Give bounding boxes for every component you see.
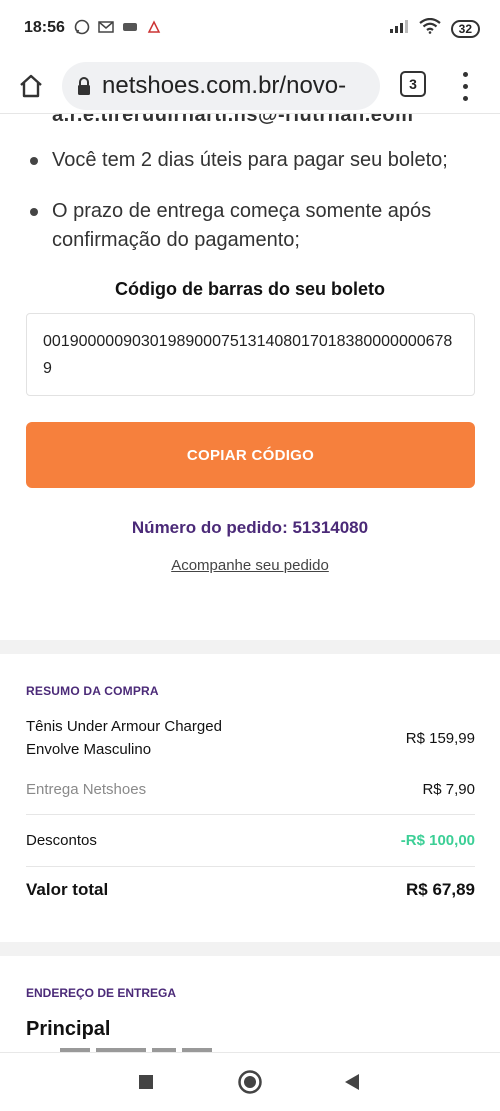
page-content: a.r.e.tireruuirnarti.ns@-riutrnan.eom Vo… bbox=[0, 114, 500, 1052]
menu-dot bbox=[462, 95, 468, 101]
lock-icon bbox=[76, 76, 92, 96]
total-label: Valor total bbox=[26, 880, 109, 899]
whatsapp-icon bbox=[73, 18, 91, 36]
section-separator bbox=[0, 942, 500, 956]
bullet-dot bbox=[30, 157, 38, 165]
tab-switcher-button[interactable]: 3 bbox=[400, 71, 426, 97]
notification-icons bbox=[73, 18, 163, 36]
app-icon bbox=[121, 18, 139, 36]
back-triangle-icon bbox=[345, 1074, 359, 1090]
barcode-value[interactable]: 0019000009030198900075131408017018380000… bbox=[26, 313, 475, 396]
product-row: Tênis Under Armour Charged Envolve Mascu… bbox=[26, 715, 475, 761]
recents-button[interactable] bbox=[133, 1069, 159, 1095]
product-name: Tênis Under Armour Charged Envolve Mascu… bbox=[26, 718, 222, 758]
system-nav-bar bbox=[0, 1052, 500, 1111]
shipping-row: Entrega Netshoes R$ 7,90 bbox=[26, 778, 475, 801]
address-title: ENDEREÇO DE ENTREGA bbox=[26, 986, 177, 1000]
info-bullets: Você tem 2 dias úteis para pagar seu bol… bbox=[30, 146, 480, 277]
square-icon bbox=[139, 1075, 153, 1089]
address-bar[interactable]: netshoes.com.br/novo- bbox=[62, 62, 380, 110]
summary-title: RESUMO DA COMPRA bbox=[26, 684, 159, 698]
notification-icon bbox=[145, 18, 163, 36]
discount-label: Descontos bbox=[26, 832, 97, 849]
url-text: netshoes.com.br/novo- bbox=[102, 72, 347, 99]
bullet-text: O prazo de entrega começa somente após c… bbox=[52, 200, 432, 251]
product-price: R$ 159,99 bbox=[405, 729, 475, 747]
order-number: Número do pedido: 51314080 bbox=[131, 518, 369, 537]
wifi-icon bbox=[418, 17, 441, 39]
track-order-link[interactable]: Acompanhe seu pedido bbox=[0, 557, 500, 574]
section-separator bbox=[0, 640, 500, 654]
browser-toolbar: netshoes.com.br/novo- 3 bbox=[0, 58, 500, 114]
back-button[interactable] bbox=[339, 1069, 365, 1095]
home-icon bbox=[20, 74, 42, 98]
mail-icon bbox=[97, 18, 115, 36]
copy-code-button[interactable]: COPIAR CÓDIGO bbox=[26, 422, 475, 488]
cut-email-text: a.r.e.tireruuirnarti.ns@-riutrnan.eom bbox=[52, 114, 414, 126]
bullet-dot bbox=[30, 208, 38, 216]
status-time: 18:56 bbox=[24, 19, 65, 36]
menu-dot bbox=[462, 71, 468, 77]
circle-icon bbox=[238, 1070, 262, 1094]
menu-button[interactable] bbox=[455, 68, 475, 104]
home-nav-button[interactable] bbox=[237, 1069, 263, 1095]
home-button[interactable] bbox=[14, 69, 48, 103]
shipping-label: Entrega Netshoes bbox=[26, 781, 147, 798]
list-item: Você tem 2 dias úteis para pagar seu bol… bbox=[30, 146, 480, 175]
bullet-text: Você tem 2 dias úteis para pagar seu bol… bbox=[52, 149, 448, 171]
divider bbox=[26, 814, 475, 815]
status-right: 32 bbox=[389, 17, 480, 39]
discount-row: Descontos -R$ 100,00 bbox=[26, 829, 475, 852]
discount-value: -R$ 100,00 bbox=[400, 832, 475, 849]
list-item: O prazo de entrega começa somente após c… bbox=[30, 197, 480, 255]
address-name: Principal bbox=[26, 1018, 111, 1040]
battery-indicator: 32 bbox=[450, 19, 480, 38]
shipping-price: R$ 7,90 bbox=[422, 781, 475, 798]
divider bbox=[26, 866, 475, 867]
status-bar: 18:56 32 bbox=[0, 0, 500, 58]
total-row: Valor total R$ 67,89 bbox=[26, 880, 475, 900]
barcode-title: Código de barras do seu boleto bbox=[114, 279, 386, 299]
signal-icon bbox=[389, 19, 409, 38]
menu-dot bbox=[462, 83, 468, 89]
total-value: R$ 67,89 bbox=[406, 880, 475, 899]
